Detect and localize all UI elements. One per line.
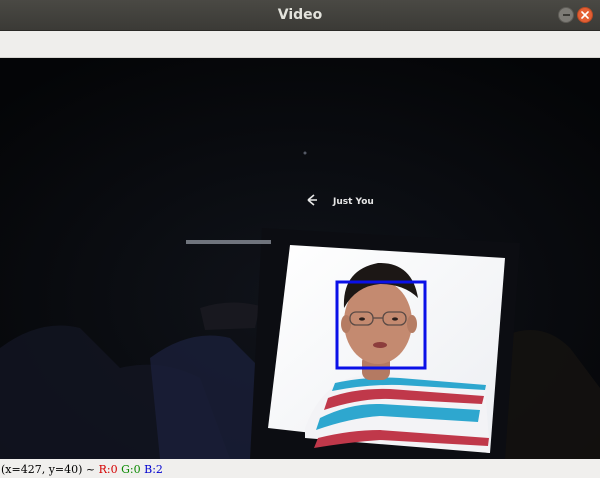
pixel-red-value: R:0 <box>98 463 118 476</box>
pixel-green-value: G:0 <box>121 463 141 476</box>
cursor-coordinates: (x=427, y=40) ~ <box>1 463 96 476</box>
title-bar[interactable]: Video <box>0 0 600 31</box>
video-window: Video Just You (x=427, y=40) ~ R:0 G:0 B… <box>0 0 600 478</box>
close-icon <box>581 11 589 19</box>
phone-app-title: Just You <box>332 197 374 207</box>
status-bar: (x=427, y=40) ~ R:0 G:0 B:2 <box>0 459 600 478</box>
camera-image: Just You <box>0 58 600 459</box>
video-frame[interactable]: Just You <box>0 58 600 459</box>
minimize-button[interactable] <box>558 7 574 23</box>
pixel-blue-value: B:2 <box>144 463 163 476</box>
toolbar <box>0 31 600 58</box>
window-title: Video <box>277 7 323 23</box>
close-button[interactable] <box>577 7 593 23</box>
